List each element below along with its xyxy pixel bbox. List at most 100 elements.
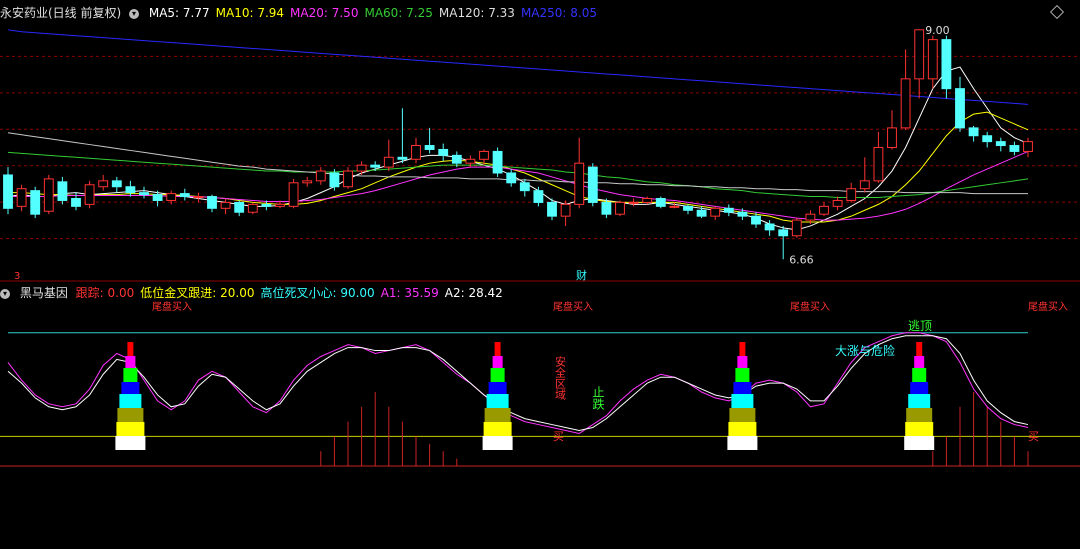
candle-body bbox=[982, 135, 993, 143]
candle-body bbox=[234, 201, 245, 213]
candle-body bbox=[764, 223, 775, 231]
candle-body bbox=[1023, 141, 1033, 152]
candle-body bbox=[791, 219, 802, 237]
candle-body bbox=[846, 188, 857, 201]
stack-brick bbox=[735, 368, 750, 382]
candle-body bbox=[683, 205, 693, 211]
candle-body bbox=[139, 192, 149, 196]
stack-brick bbox=[125, 356, 136, 368]
candle-body bbox=[941, 39, 952, 90]
candle-body bbox=[547, 201, 557, 217]
candle-body bbox=[506, 172, 517, 184]
candle-body bbox=[560, 203, 571, 217]
stack-brick bbox=[739, 342, 746, 356]
candle-body bbox=[465, 158, 476, 164]
indicator-legend: 跟踪: 0.00 低位金叉跟进: 20.00 高位死叉小心: 90.00 A1: 35… bbox=[76, 286, 509, 300]
candle bbox=[43, 174, 54, 215]
stack-brick bbox=[908, 394, 931, 408]
candle bbox=[193, 192, 204, 203]
candle-body bbox=[737, 211, 748, 217]
indicator-legend-item-1: 低位金叉跟进: 20.00 bbox=[140, 286, 255, 300]
candle-body bbox=[125, 186, 136, 194]
candle-body bbox=[98, 180, 109, 188]
candle bbox=[628, 198, 639, 207]
stop-fall-label: 止跌 bbox=[591, 386, 605, 411]
candle-body bbox=[424, 145, 435, 150]
candle-body bbox=[1009, 145, 1020, 152]
chevron-down-icon[interactable]: ▾ bbox=[0, 288, 10, 299]
candle-body bbox=[751, 215, 761, 225]
stack-brick bbox=[483, 422, 512, 436]
candle bbox=[30, 186, 41, 219]
candle-body bbox=[288, 182, 299, 207]
candle-body bbox=[397, 156, 408, 160]
buy-marker-2: 买 bbox=[1028, 430, 1039, 443]
candle bbox=[859, 157, 870, 193]
candle bbox=[1009, 141, 1020, 156]
candle-body bbox=[315, 170, 326, 182]
candle bbox=[84, 180, 95, 209]
signal-stack bbox=[904, 342, 935, 450]
candle bbox=[914, 29, 925, 99]
escape-top-label: 逃顶 bbox=[908, 319, 932, 333]
candle bbox=[683, 204, 693, 215]
candle bbox=[356, 161, 367, 175]
high-price-label: 9.00 bbox=[925, 24, 950, 37]
chevron-down-icon[interactable]: ▾ bbox=[129, 8, 140, 19]
candle-body bbox=[343, 170, 353, 188]
corner-mark: 3 bbox=[14, 271, 20, 282]
candle bbox=[655, 196, 666, 209]
candle bbox=[873, 131, 884, 183]
candle-body bbox=[3, 174, 13, 209]
stack-brick bbox=[123, 368, 138, 382]
candle bbox=[560, 200, 571, 226]
ma-legend-item-5: MA250: 8.05 bbox=[520, 6, 597, 20]
candle-body bbox=[696, 209, 707, 217]
candle bbox=[574, 137, 585, 209]
candle-body bbox=[710, 207, 721, 217]
candle-body bbox=[383, 156, 394, 168]
signal-stack bbox=[115, 342, 146, 450]
stack-brick bbox=[728, 422, 757, 436]
signal-stacks bbox=[115, 342, 935, 450]
indicator-legend-item-0: 跟踪: 0.00 bbox=[75, 286, 135, 300]
candle-body bbox=[84, 184, 95, 205]
candle bbox=[3, 167, 13, 215]
candle-body bbox=[193, 196, 204, 199]
stack-brick bbox=[486, 394, 509, 408]
candle-body bbox=[16, 188, 27, 207]
candle bbox=[887, 110, 897, 150]
candle-body bbox=[642, 198, 653, 203]
candle bbox=[247, 202, 258, 215]
candle-body bbox=[207, 196, 217, 209]
candle bbox=[315, 167, 326, 185]
candle-body bbox=[57, 181, 68, 201]
stack-brick bbox=[484, 408, 511, 422]
stack-brick bbox=[729, 408, 756, 422]
candle-body bbox=[805, 213, 816, 221]
ma-legend-item-2: MA20: 7.50 bbox=[290, 6, 359, 20]
candle bbox=[207, 194, 217, 213]
stack-brick bbox=[116, 422, 145, 436]
stack-brick bbox=[727, 436, 758, 450]
ma-legend-item-4: MA120: 7.33 bbox=[438, 6, 515, 20]
candle bbox=[723, 204, 734, 217]
candle-body bbox=[601, 201, 612, 215]
cai-marker: 财 bbox=[576, 268, 587, 282]
candle-body bbox=[247, 203, 258, 213]
candle bbox=[111, 176, 122, 193]
stack-brick bbox=[492, 356, 503, 368]
candle bbox=[710, 206, 721, 221]
candle-body bbox=[356, 164, 367, 172]
candle-body bbox=[71, 198, 81, 207]
candle bbox=[506, 169, 517, 187]
ma-legend: MA5: 7.77 MA10: 7.94 MA20: 7.50 MA60: 7.25 M… bbox=[149, 6, 603, 20]
candle bbox=[1023, 137, 1033, 158]
safe-zone-vertical: 安全区域 bbox=[554, 355, 567, 400]
stack-brick bbox=[916, 342, 923, 356]
candle bbox=[587, 163, 598, 207]
candle bbox=[411, 137, 421, 164]
candle-body bbox=[451, 154, 462, 164]
candlestick-series bbox=[3, 29, 1033, 260]
candle bbox=[533, 186, 544, 207]
